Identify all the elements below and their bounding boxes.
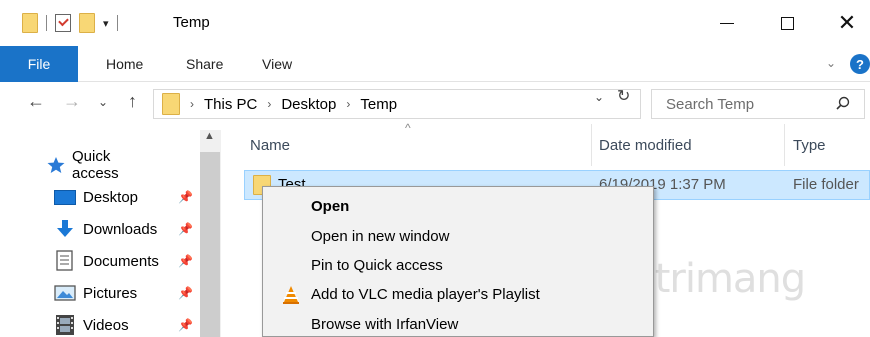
breadcrumb-this-pc[interactable]: This PC — [204, 96, 257, 113]
sidebar-item-label: Quick access — [72, 148, 119, 182]
folder-icon — [162, 93, 180, 115]
sidebar-item-label: Downloads — [83, 220, 158, 238]
pin-icon[interactable]: 📌 — [178, 286, 193, 300]
sidebar-item-videos[interactable]: Videos 📌 — [0, 311, 200, 337]
documents-icon — [56, 250, 73, 271]
menu-item-browse-irfanview[interactable]: Browse with IrfanView — [311, 316, 458, 333]
back-arrow-icon[interactable]: ← — [27, 91, 45, 112]
menu-item-open[interactable]: Open — [311, 198, 349, 215]
up-arrow-icon[interactable]: ↑ — [128, 91, 137, 112]
maximize-button[interactable] — [764, 8, 810, 38]
context-menu: Open Open in new window Pin to Quick acc… — [262, 186, 654, 337]
chevron-right-icon[interactable]: › — [267, 97, 271, 111]
search-icon[interactable] — [834, 95, 852, 113]
tab-view[interactable]: View — [262, 46, 292, 82]
search-input[interactable]: Search Temp — [651, 89, 865, 119]
breadcrumb-temp[interactable]: Temp — [360, 96, 397, 113]
tab-share[interactable]: Share — [186, 46, 223, 82]
refresh-icon[interactable]: ↻ — [617, 86, 630, 106]
quick-access-toolbar: ▾ — [22, 13, 126, 33]
menu-item-add-vlc-playlist[interactable]: Add to VLC media player's Playlist — [311, 286, 540, 303]
column-header-name[interactable]: Name — [250, 124, 290, 166]
sort-ascending-icon: ^ — [405, 121, 411, 135]
column-header-type[interactable]: Type — [793, 124, 826, 166]
star-icon — [47, 157, 65, 173]
sidebar-item-label: Videos — [83, 316, 129, 334]
pin-icon[interactable]: 📌 — [178, 190, 193, 204]
sidebar-item-desktop[interactable]: Desktop 📌 — [0, 183, 200, 211]
minimize-button[interactable] — [704, 8, 750, 38]
tab-file[interactable]: File — [0, 46, 78, 82]
chevron-right-icon[interactable]: › — [190, 97, 194, 111]
customize-qat-icon[interactable]: ▾ — [103, 17, 109, 30]
menu-item-pin-quick-access[interactable]: Pin to Quick access — [311, 257, 443, 274]
folder-icon — [22, 13, 38, 33]
sidebar-item-label: Documents — [83, 252, 159, 270]
downloads-icon — [57, 220, 73, 237]
ribbon-tabs: File Home Share View ⌄ ? — [0, 46, 870, 82]
close-button[interactable]: ✕ — [824, 8, 870, 38]
expand-ribbon-icon[interactable]: ⌄ — [826, 56, 836, 70]
address-dropdown-icon[interactable]: ⌄ — [594, 90, 604, 104]
chevron-right-icon[interactable]: › — [346, 97, 350, 111]
window-title: Temp — [173, 14, 210, 31]
forward-arrow-icon[interactable]: → — [63, 91, 81, 112]
file-type: File folder — [793, 176, 859, 193]
pin-icon[interactable]: 📌 — [178, 222, 193, 236]
navigation-pane: Quick access Desktop 📌 Downloads 📌 Docum… — [0, 124, 222, 337]
videos-icon — [56, 315, 74, 335]
pictures-icon — [54, 285, 76, 301]
tab-home[interactable]: Home — [106, 46, 143, 82]
address-bar[interactable]: › This PC › Desktop › Temp — [153, 89, 641, 119]
search-placeholder: Search Temp — [666, 96, 755, 113]
scroll-up-icon[interactable]: ▲ — [204, 130, 215, 142]
pin-icon[interactable]: 📌 — [178, 318, 193, 332]
sidebar-item-label: Pictures — [83, 284, 138, 302]
column-header-date-modified[interactable]: Date modified — [599, 124, 692, 166]
sidebar-item-documents[interactable]: Documents 📌 — [0, 247, 200, 275]
menu-item-open-new-window[interactable]: Open in new window — [311, 228, 449, 245]
nav-scrollbar-thumb[interactable] — [200, 152, 220, 337]
sidebar-item-pictures[interactable]: Pictures 📌 — [0, 279, 200, 307]
new-folder-icon[interactable] — [79, 13, 95, 33]
help-icon[interactable]: ? — [850, 54, 870, 74]
sidebar-item-downloads[interactable]: Downloads 📌 — [0, 215, 200, 243]
properties-icon[interactable] — [55, 14, 71, 32]
desktop-icon — [54, 190, 76, 205]
pin-icon[interactable]: 📌 — [178, 254, 193, 268]
title-bar: ▾ Temp ✕ — [0, 0, 870, 46]
recent-locations-icon[interactable]: ⌄ — [98, 95, 108, 109]
sidebar-item-label: Desktop — [83, 188, 139, 206]
vlc-cone-icon — [283, 286, 299, 304]
breadcrumb-desktop[interactable]: Desktop — [281, 96, 336, 113]
address-row: ← → ⌄ ↑ › This PC › Desktop › Temp ⌄ ↻ S… — [0, 83, 870, 123]
